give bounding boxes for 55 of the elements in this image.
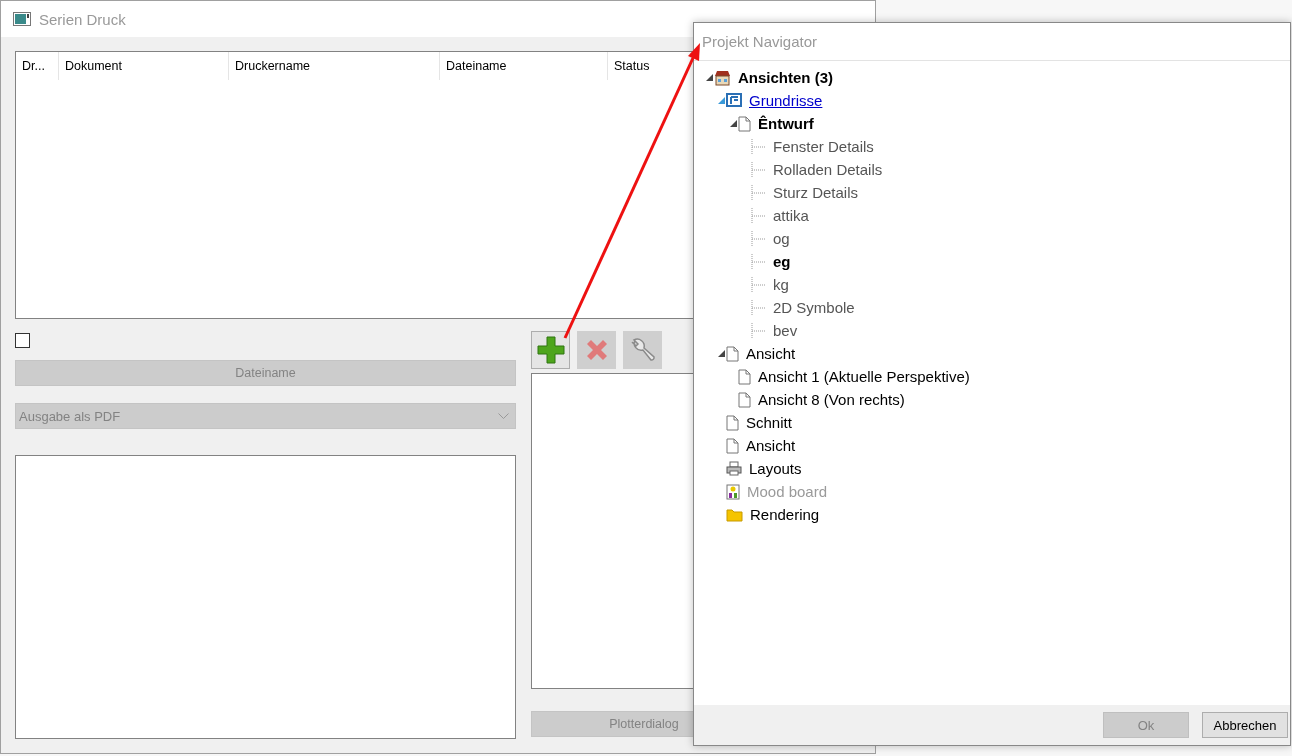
tree-item[interactable]: Êntwurf — [758, 115, 814, 132]
page-icon — [726, 414, 739, 431]
expanded-arrow-icon[interactable] — [717, 350, 725, 357]
tree-item[interactable]: Layouts — [749, 460, 802, 477]
floor-plan-icon — [726, 92, 742, 109]
dialog-title: Projekt Navigator — [694, 23, 1290, 61]
window-icon — [13, 12, 31, 26]
page-icon — [726, 437, 739, 454]
tree-item[interactable]: og — [773, 230, 790, 247]
tree-link[interactable]: Grundrisse — [749, 92, 823, 109]
cancel-button[interactable]: Abbrechen — [1202, 712, 1288, 738]
tree-item[interactable]: Rolladen Details — [773, 161, 883, 178]
tree-item[interactable]: kg — [773, 276, 789, 293]
printer-icon — [726, 461, 742, 476]
tree-connector-icon — [750, 322, 766, 339]
tree-item[interactable]: Ansichten (3) — [738, 69, 833, 86]
column-header[interactable]: Druckername — [229, 52, 440, 80]
chevron-icon — [498, 413, 509, 419]
tree-item[interactable]: Fenster Details — [773, 138, 874, 155]
expanded-arrow-icon[interactable] — [705, 74, 713, 81]
expanded-arrow-icon[interactable] — [729, 120, 737, 127]
tree-item[interactable]: Sturz Details — [773, 184, 859, 201]
house-icon — [714, 69, 731, 86]
column-header[interactable]: Dokument — [59, 52, 229, 80]
window-title: Serien Druck — [39, 10, 126, 28]
column-header[interactable]: Dr... — [16, 52, 59, 80]
moodboard-icon — [726, 483, 740, 500]
tree-item[interactable]: Ansicht 1 (Aktuelle Perspektive) — [758, 368, 970, 385]
tree-item[interactable]: Ansicht 8 (Von rechts) — [758, 391, 905, 408]
tree-item[interactable]: Ansicht — [746, 437, 796, 454]
tree-item[interactable]: attika — [773, 207, 809, 224]
tree-connector-icon — [750, 253, 766, 270]
column-header[interactable]: Dateiname — [440, 52, 608, 80]
tree-connector-icon — [750, 230, 766, 247]
checkbox[interactable] — [15, 333, 30, 348]
tree-item[interactable]: bev — [773, 322, 798, 339]
folder-icon — [726, 507, 743, 522]
wrench-icon — [628, 336, 657, 364]
tree-item[interactable]: Rendering — [750, 506, 820, 523]
tree-item[interactable]: eg — [773, 253, 791, 270]
page-icon — [738, 115, 751, 132]
tree-connector-icon — [750, 299, 766, 316]
page-icon — [726, 345, 739, 362]
page-icon — [738, 391, 751, 408]
plus-icon — [535, 335, 566, 365]
tree-connector-icon — [750, 184, 766, 201]
tree-connector-icon — [750, 138, 766, 155]
add-button[interactable] — [531, 331, 570, 369]
page-icon — [738, 368, 751, 385]
tree-connector-icon — [750, 207, 766, 224]
tree-item[interactable]: Ansicht — [746, 345, 796, 362]
tree-connector-icon — [750, 276, 766, 293]
tree-item[interactable]: 2D Symbole — [773, 299, 855, 316]
tree-item[interactable]: Schnitt — [746, 414, 792, 431]
tree-connector-icon — [750, 161, 766, 178]
